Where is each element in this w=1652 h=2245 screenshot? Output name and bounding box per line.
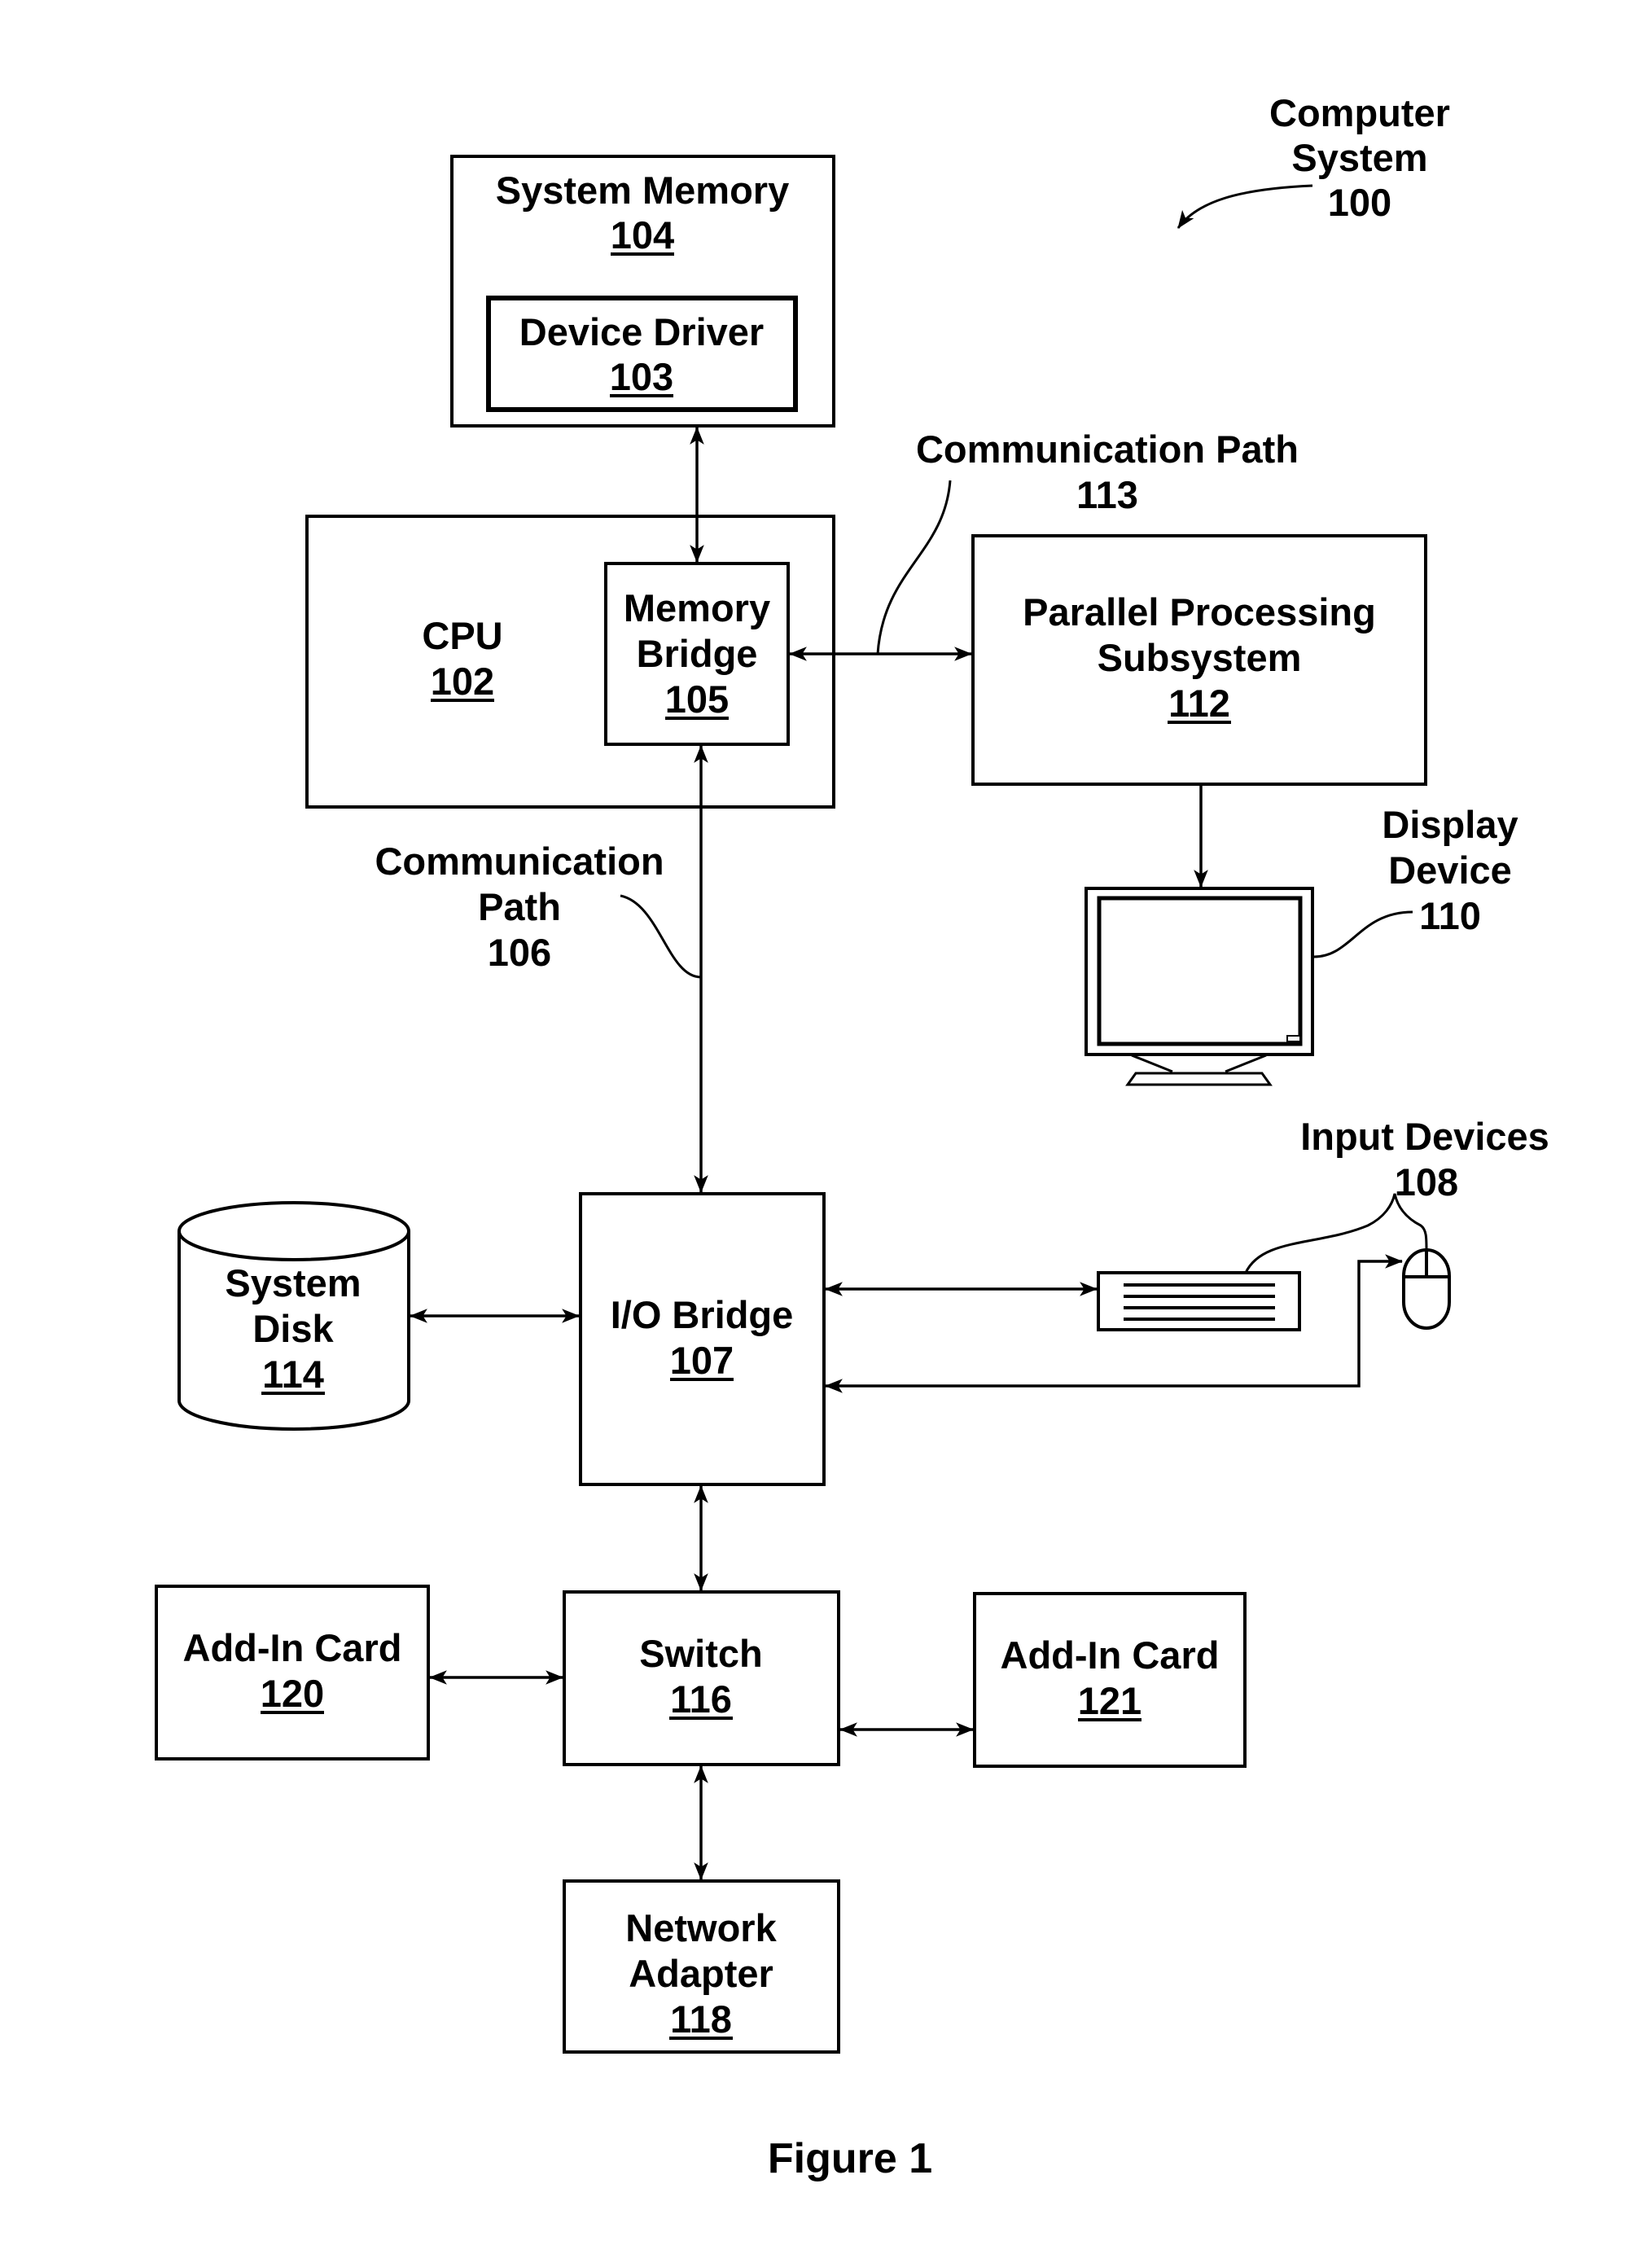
computer-system-label-ref: 100 <box>1328 181 1391 224</box>
computer-system-label-line2: System <box>1291 136 1427 179</box>
computer-system-label-line1: Computer <box>1269 91 1450 134</box>
communication-path-106-label: Communication Path 106 <box>375 840 702 979</box>
memory-bridge-block[interactable]: Memory Bridge 105 <box>604 562 790 746</box>
comm-path-106-line1: Communication <box>375 840 664 883</box>
device-driver-ref: 103 <box>610 355 673 398</box>
add-in-card-120-label: Add-In Card <box>183 1626 402 1669</box>
add-in-card-121-block[interactable]: Add-In Card 121 <box>973 1592 1247 1768</box>
display-device-ref: 110 <box>1419 894 1481 937</box>
network-adapter-ref: 118 <box>670 1997 732 2041</box>
network-adapter-label-line1: Network <box>625 1906 777 1949</box>
switch-ref: 116 <box>670 1677 732 1721</box>
pps-label-line2: Subsystem <box>1098 636 1302 679</box>
add-in-card-121-ref: 121 <box>1078 1679 1142 1722</box>
io-bridge-block[interactable]: I/O Bridge 107 <box>579 1192 826 1486</box>
computer-system-label: Computer System 100 <box>1177 91 1450 229</box>
switch-block[interactable]: Switch 116 <box>563 1590 840 1766</box>
comm-path-113-leader <box>876 480 952 655</box>
network-adapter-block[interactable]: Network Adapter 118 <box>563 1879 840 2054</box>
parallel-processing-subsystem-block[interactable]: Parallel Processing Subsystem 112 <box>971 534 1427 786</box>
monitor-icon[interactable] <box>1085 887 1314 1086</box>
network-adapter-label-line2: Adapter <box>629 1952 773 1995</box>
switch-label: Switch <box>639 1632 762 1675</box>
system-memory-label: System Memory <box>496 169 790 212</box>
add-in-card-121-label: Add-In Card <box>1001 1633 1220 1677</box>
comm-path-106-leader <box>620 894 702 979</box>
mouse-icon[interactable] <box>1402 1248 1451 1330</box>
input-devices-label: Input Devices <box>1300 1115 1549 1158</box>
pps-label-line1: Parallel Processing <box>1023 590 1376 634</box>
cpu-ref: 102 <box>431 660 494 703</box>
memory-bridge-ref: 105 <box>665 677 729 721</box>
input-devices-ref: 108 <box>1395 1160 1458 1204</box>
add-in-card-120-ref: 120 <box>261 1672 324 1715</box>
memory-bridge-label-line2: Bridge <box>637 632 758 675</box>
device-driver-block[interactable]: Device Driver 103 <box>486 296 798 412</box>
display-device-label-line1: Display <box>1382 803 1518 846</box>
system-disk-label-line1: System <box>225 1261 361 1304</box>
display-device[interactable]: Display Device 110 <box>1085 803 1518 1086</box>
device-driver-label: Device Driver <box>519 310 764 353</box>
io-bridge-label: I/O Bridge <box>611 1293 794 1336</box>
comm-path-106-ref: 106 <box>488 931 551 974</box>
system-memory-ref: 104 <box>611 213 674 257</box>
input-devices[interactable]: Input Devices 108 <box>1097 1115 1549 1331</box>
computer-system-block-diagram: Computer System 100 System Memory 104 De… <box>155 91 1549 2182</box>
figure-caption: Figure 1 <box>768 2135 932 2182</box>
display-device-leader <box>1313 910 1413 958</box>
system-disk-ref: 114 <box>262 1353 324 1396</box>
memory-bridge-label-line1: Memory <box>624 586 770 629</box>
display-device-label-line2: Device <box>1388 848 1512 892</box>
comm-path-106-line2: Path <box>478 885 561 928</box>
cpu-label: CPU <box>422 614 502 657</box>
comm-path-113-name: Communication Path <box>916 428 1299 471</box>
add-in-card-120-block[interactable]: Add-In Card 120 <box>155 1585 430 1760</box>
system-disk-label-line2: Disk <box>252 1307 334 1350</box>
pps-ref: 112 <box>1168 682 1230 725</box>
comm-path-113-ref: 113 <box>1076 473 1138 516</box>
keyboard-icon[interactable] <box>1097 1271 1301 1331</box>
system-disk-block[interactable]: System Disk 114 <box>177 1201 410 1431</box>
computer-system-leader-arrow <box>1177 184 1313 229</box>
io-bridge-ref: 107 <box>670 1339 734 1382</box>
